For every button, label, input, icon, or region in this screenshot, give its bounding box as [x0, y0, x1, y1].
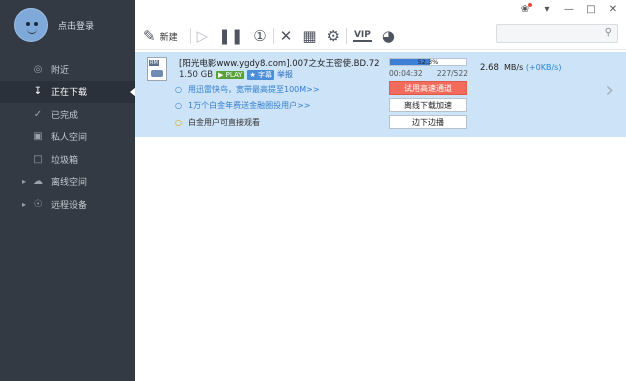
priority-button[interactable]: ① [253, 27, 266, 45]
sidebar-item-remote[interactable]: ▸ ☉ 远程设备 [0, 193, 135, 216]
promo-text: 用迅雷快鸟，宽带最高提至100M>> [187, 85, 320, 94]
location-icon: ◎ [33, 63, 43, 75]
grid-icon: ▦ [302, 27, 317, 45]
avatar[interactable] [14, 8, 48, 42]
speed-unit: MB/s (+0KB/s) [504, 63, 562, 72]
file-meta: 1.50 GB ▶ PLAY ★ 字幕 举报 [179, 69, 293, 80]
progress-bar: 52.3% [389, 58, 467, 66]
close-icon[interactable]: ✕ [606, 4, 620, 16]
sidebar-item-label: 垃圾箱 [51, 155, 79, 166]
toolbar-divider [272, 28, 274, 44]
toolbar-divider [189, 28, 191, 44]
offline-accelerate-button[interactable]: 离线下载加速 [389, 98, 467, 112]
piggy-button[interactable]: ◕ [382, 27, 395, 45]
maximize-icon[interactable]: □ [584, 4, 598, 16]
bullet-icon: ○ [175, 101, 182, 110]
sidebar-item-label: 远程设备 [51, 200, 88, 211]
user-login[interactable]: 点击登录 [14, 8, 94, 42]
sidebar-item-offline[interactable]: ▸ ☁ 离线空间 [0, 171, 135, 194]
new-task-label: 新建 [159, 32, 178, 43]
new-task-icon: ✎ [143, 27, 156, 45]
minimize-icon[interactable]: — [562, 4, 576, 16]
play-icon: ▷ [196, 27, 209, 45]
login-label[interactable]: 点击登录 [58, 19, 94, 32]
gear-icon: ⚙ [326, 27, 340, 45]
priority-icon: ① [253, 27, 267, 45]
promo-note-platinum: ○ 白金用户可直接观看 [175, 117, 260, 128]
chevron-right-icon[interactable]: › [605, 78, 614, 103]
sidebar-item-label: 已完成 [51, 110, 79, 121]
vip-icon: VIP [352, 30, 372, 42]
search-box[interactable]: ⚲ [496, 24, 618, 43]
download-speed: 2.68 [480, 63, 499, 73]
vip-button[interactable]: VIP [352, 30, 372, 42]
search-icon[interactable]: ⚲ [605, 27, 612, 38]
promo-text: 1万个白金年费送金融圈投用户>> [187, 101, 311, 110]
toolbar: ✎ 新建 ▷ ❚❚ ① ✕ ▦ ⚙ VIP ◕ [143, 26, 395, 46]
cloud-icon: ☁ [33, 176, 43, 188]
trash-icon: □ [33, 153, 43, 165]
play-badge[interactable]: ▶ PLAY [216, 70, 245, 79]
speed-bonus: (+0KB/s) [525, 63, 562, 72]
toolbar-divider [345, 28, 347, 44]
sidebar: 点击登录 ◎ 附近 ↧ 正在下载 ✓ 已完成 ▣ 私人空间 □ 垃圾箱 ▸ ☁ … [0, 0, 136, 381]
sidebar-item-label: 正在下载 [51, 88, 88, 99]
file-size: 1.50 GB [179, 69, 214, 80]
download-task-row[interactable]: RM [阳光电影www.ygdy8.com].007之女王密使.BD.720p.… [135, 52, 626, 137]
sidebar-item-private[interactable]: ▣ 私人空间 [0, 126, 135, 149]
file-name: [阳光电影www.ygdy8.com].007之女王密使.BD.720p.中..… [179, 59, 379, 69]
window-controls: ❀ ▾ — □ ✕ [518, 3, 620, 16]
delete-icon: ✕ [279, 27, 293, 45]
pause-icon: ❚❚ [218, 27, 244, 45]
video-file-icon: RM [147, 57, 167, 81]
pause-button[interactable]: ❚❚ [218, 27, 243, 45]
layout-button[interactable]: ▦ [302, 27, 316, 45]
elapsed-time: 00:04:32 [389, 69, 423, 78]
promo-text: 白金用户可直接观看 [187, 118, 260, 127]
subtitle-badge[interactable]: ★ 字幕 [247, 69, 274, 80]
chevron-right-icon[interactable]: ▸ [22, 177, 26, 186]
menu-icon[interactable]: ▾ [540, 4, 554, 16]
highspeed-channel-button[interactable]: 试用高速通道 [389, 81, 467, 95]
start-button[interactable]: ▷ [197, 27, 209, 45]
bullet-icon: ○ [175, 118, 182, 127]
sidebar-item-label: 私人空间 [51, 133, 88, 144]
bullet-icon: ○ [175, 85, 182, 94]
sidebar-item-downloading[interactable]: ↧ 正在下载 [0, 80, 136, 103]
chevron-right-icon[interactable]: ▸ [22, 200, 26, 209]
download-icon: ↧ [33, 86, 43, 98]
globe-icon: ☉ [33, 198, 43, 210]
sidebar-item-completed[interactable]: ✓ 已完成 [0, 103, 135, 126]
piggy-icon: ◕ [381, 27, 395, 45]
task-list-empty-area [135, 137, 626, 381]
sidebar-item-trash[interactable]: □ 垃圾箱 [0, 148, 135, 171]
sidebar-nav: ◎ 附近 ↧ 正在下载 ✓ 已完成 ▣ 私人空间 □ 垃圾箱 ▸ ☁ 离线空间 … [0, 58, 136, 216]
promo-link-kuainiao[interactable]: ○ 用迅雷快鸟，宽带最高提至100M>> [175, 84, 320, 95]
sidebar-item-label: 附近 [51, 65, 70, 76]
skin-icon[interactable]: ❀ [518, 3, 532, 16]
play-while-download-button[interactable]: 边下边播 [389, 115, 467, 129]
sidebar-item-label: 离线空间 [51, 178, 88, 189]
new-task-button[interactable]: ✎ 新建 [143, 27, 178, 45]
settings-button[interactable]: ⚙ [327, 27, 340, 45]
check-circle-icon: ✓ [33, 108, 43, 120]
top-bar: ❀ ▾ — □ ✕ ✎ 新建 ▷ ❚❚ ① ✕ ▦ ⚙ VIP ◕ ⚲ [135, 0, 626, 50]
piece-count: 227/522 [436, 69, 468, 78]
report-link[interactable]: 举报 [277, 69, 293, 80]
sidebar-item-nearby[interactable]: ◎ 附近 [0, 58, 135, 81]
delete-button[interactable]: ✕ [280, 27, 293, 45]
folder-icon: ▣ [33, 131, 43, 143]
promo-link-platinum[interactable]: ○ 1万个白金年费送金融圈投用户>> [175, 100, 310, 111]
progress-label: 52.3% [417, 58, 439, 66]
